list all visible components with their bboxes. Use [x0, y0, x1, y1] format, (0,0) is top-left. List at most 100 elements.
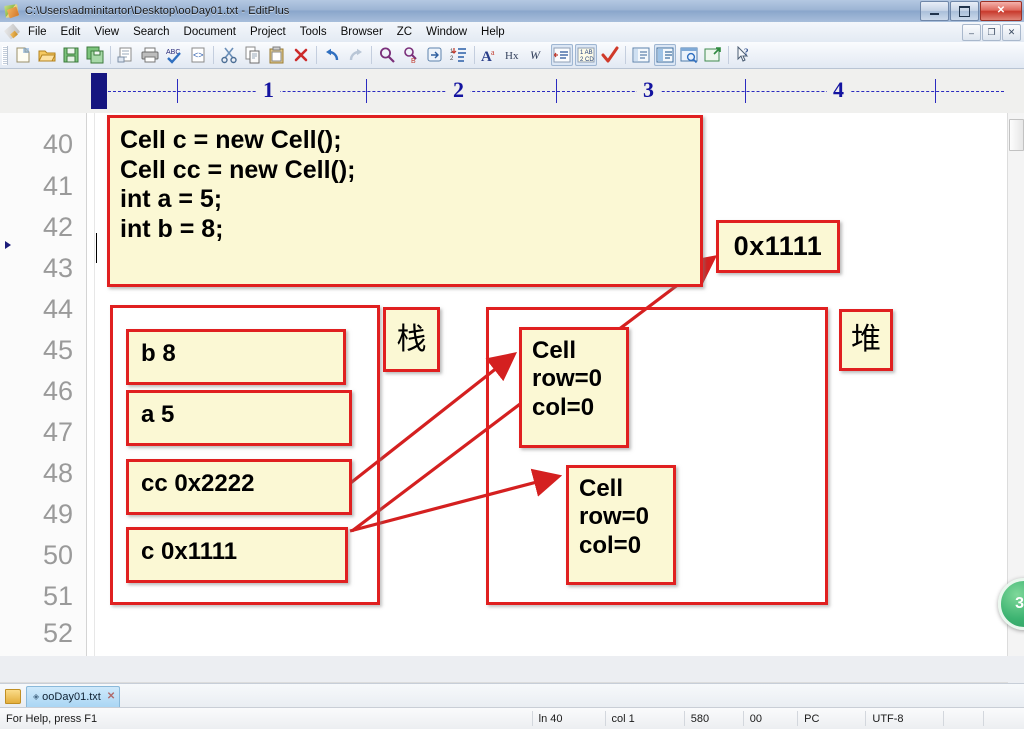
toolbar-separator [474, 46, 475, 64]
svg-text:<>: <> [193, 50, 204, 60]
vertical-scrollbar-thumb[interactable] [1009, 119, 1024, 151]
status-bar: For Help, press F1 ln 40 col 1 580 00 PC… [0, 707, 1024, 729]
svg-text:2 CD: 2 CD [580, 57, 594, 63]
mdi-close-button[interactable]: ✕ [1002, 24, 1021, 41]
menu-item-project[interactable]: Project [243, 24, 293, 40]
save-icon[interactable] [60, 44, 82, 66]
menu-bar: File Edit View Search Document Project T… [0, 22, 1024, 43]
mdi-window-controls: ‒ ❐ ✕ [961, 24, 1021, 41]
stack-slot-b-text: b 8 [141, 340, 176, 367]
ruler-tail [1008, 69, 1024, 114]
toolbar-separator [110, 46, 111, 64]
open-folder-icon[interactable] [36, 44, 58, 66]
close-button[interactable]: ✕ [980, 1, 1022, 21]
font-icon[interactable]: Aa [479, 44, 501, 66]
heap-label-text: 堆 [851, 322, 881, 358]
help-pointer-icon[interactable]: ? [733, 44, 755, 66]
toolbar-separator [316, 46, 317, 64]
heap-label-box: 堆 [839, 309, 893, 371]
main-toolbar: ABC <> B 1 2 A a Hx W 1 AB 2 CD ? [0, 42, 1024, 69]
menu-item-tools[interactable]: Tools [293, 24, 334, 40]
menu-item-browser[interactable]: Browser [334, 24, 390, 40]
toolbar-separator [625, 46, 626, 64]
tab-close-icon[interactable]: ✕ [107, 691, 115, 702]
horizontal-ruler[interactable]: 1 2 3 4 [0, 69, 1008, 114]
ruler-number-1: 1 [257, 71, 280, 109]
stack-label-box: 栈 [383, 307, 440, 372]
menu-item-edit[interactable]: Edit [54, 24, 88, 40]
replace-icon[interactable]: B [400, 44, 422, 66]
hex-viewer-icon[interactable]: Hx [503, 44, 525, 66]
mdi-minimize-button[interactable]: ‒ [962, 24, 981, 41]
delete-icon[interactable] [290, 44, 312, 66]
maximize-button[interactable] [950, 1, 979, 21]
address-box: 0x1111 [716, 220, 840, 273]
tab-ooday01[interactable]: ◈ ooDay01.txt ✕ [26, 685, 121, 707]
address-box-text: 0x1111 [733, 230, 823, 261]
editplus-window: C:\Users\adminitartor\Desktop\ooDay01.tx… [0, 0, 1024, 729]
menu-item-view[interactable]: View [87, 24, 126, 40]
minimize-button[interactable] [920, 1, 949, 21]
find-icon[interactable] [376, 44, 398, 66]
redo-icon[interactable] [345, 44, 367, 66]
stack-slot-a: a 5 [126, 390, 352, 446]
menu-item-file[interactable]: File [21, 24, 54, 40]
sort-lines-icon[interactable]: 12 [448, 44, 470, 66]
stack-slot-c: c 0x1111 [126, 527, 348, 583]
status-encoding: UTF-8 [872, 712, 904, 725]
menu-item-search[interactable]: Search [126, 24, 176, 40]
code-annotation-text: Cell c = new Cell(); Cell cc = new Cell(… [120, 126, 356, 243]
status-spare-1 [944, 709, 984, 728]
undo-icon[interactable] [321, 44, 343, 66]
document-selector-icon[interactable] [630, 44, 652, 66]
paste-icon[interactable] [266, 44, 288, 66]
clip-library-icon[interactable] [654, 44, 676, 66]
svg-text:B: B [411, 58, 416, 64]
save-all-icon[interactable] [84, 44, 106, 66]
print-icon[interactable] [139, 44, 161, 66]
menu-item-zc[interactable]: ZC [390, 24, 419, 40]
status-hex: 00 [749, 712, 763, 725]
indent-marker-icon[interactable] [551, 44, 573, 66]
spell-check-icon[interactable]: ABC [163, 44, 185, 66]
mdi-restore-button[interactable]: ❐ [982, 24, 1001, 41]
document-tab-strip: ◈ ooDay01.txt ✕ [0, 683, 1024, 709]
menu-item-help[interactable]: Help [474, 24, 512, 40]
svg-text:1 AB: 1 AB [580, 50, 593, 56]
heap-cell-object-1: Cell row=0 col=0 [519, 327, 629, 448]
ruler-number-4: 4 [827, 71, 850, 109]
menu-item-window[interactable]: Window [419, 24, 474, 40]
new-file-icon[interactable] [12, 44, 34, 66]
vertical-scrollbar[interactable] [1007, 113, 1024, 656]
folder-icon[interactable] [5, 688, 21, 704]
ruler-indent-marker[interactable] [91, 73, 107, 109]
modified-marker-icon: ◈ [33, 692, 40, 701]
svg-text:W: W [530, 48, 541, 62]
stack-slot-cc: cc 0x2222 [126, 459, 352, 515]
status-help-text: For Help, press F1 [6, 712, 98, 725]
html-tag-icon[interactable]: <> [187, 44, 209, 66]
browser-icon[interactable] [702, 44, 724, 66]
word-wrap-icon[interactable]: W [527, 44, 549, 66]
svg-text:a: a [491, 48, 495, 57]
toolbar-grip[interactable] [2, 45, 8, 65]
window-title: C:\Users\adminitartor\Desktop\ooDay01.tx… [25, 5, 290, 17]
editor-area[interactable]: 40 41 42 43 44 45 46 47 48 49 50 51 52 5… [0, 113, 1008, 656]
app-icon [4, 3, 20, 19]
menu-item-document[interactable]: Document [177, 24, 243, 40]
spell-ok-icon[interactable] [599, 44, 621, 66]
title-bar: C:\Users\adminitartor\Desktop\ooDay01.tx… [0, 0, 1024, 23]
heap-cell-object-2-text: Cell row=0 col=0 [579, 475, 650, 559]
goto-line-icon[interactable] [424, 44, 446, 66]
heap-cell-object-1-text: Cell row=0 col=0 [532, 337, 603, 421]
ruler-tick [935, 79, 936, 103]
ab-cd-icon[interactable]: 1 AB 2 CD [575, 44, 597, 66]
close-icon: ✕ [996, 5, 1006, 16]
stack-slot-b: b 8 [126, 329, 346, 385]
copy-icon[interactable] [242, 44, 264, 66]
print-preview-icon[interactable] [115, 44, 137, 66]
status-offset: 580 [690, 712, 710, 725]
cut-icon[interactable] [218, 44, 240, 66]
tab-label: ooDay01.txt [42, 690, 101, 703]
preview-icon[interactable] [678, 44, 700, 66]
